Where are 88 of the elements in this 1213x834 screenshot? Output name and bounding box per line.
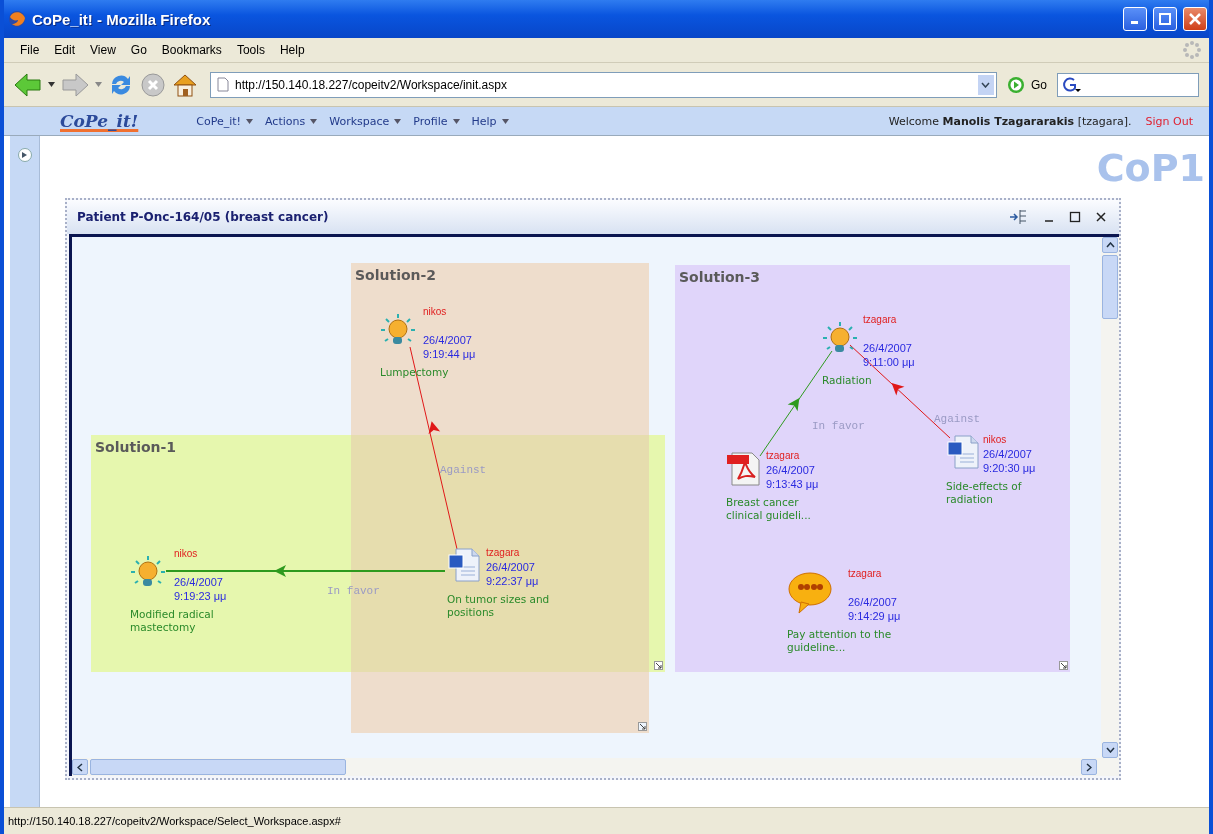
node-author: nikos xyxy=(983,433,1008,447)
caret-icon xyxy=(310,118,318,124)
menu-item[interactable]: File xyxy=(20,43,40,57)
dropdown-icon[interactable] xyxy=(981,81,991,88)
scrollbar-thumb[interactable] xyxy=(1102,255,1118,319)
scroll-left-button[interactable] xyxy=(72,759,88,775)
tree-icon[interactable] xyxy=(1009,208,1029,226)
stop-icon[interactable] xyxy=(140,71,166,98)
document-icon xyxy=(946,434,980,470)
app-menu[interactable]: CoPe_it! xyxy=(196,114,253,128)
scroll-right-button[interactable] xyxy=(1081,759,1097,775)
resize-handle-icon[interactable] xyxy=(638,722,647,731)
scroll-down-button[interactable] xyxy=(1102,742,1118,758)
node-author: tzagara xyxy=(863,313,898,327)
chevron-up-icon[interactable] xyxy=(1105,242,1115,248)
caret-icon xyxy=(501,118,509,124)
panel-title: Patient P-Onc-164/05 (breast cancer) xyxy=(77,210,330,224)
app-menu[interactable]: Profile xyxy=(413,114,460,128)
node-time: 9:14:29 μμ xyxy=(848,609,902,623)
maximize-icon[interactable] xyxy=(1069,211,1081,223)
workspace-name: CoP1 xyxy=(1096,146,1205,190)
node-date: 26/4/2007 xyxy=(423,333,473,347)
caret-icon[interactable] xyxy=(48,82,55,87)
go-button[interactable]: Go xyxy=(1003,75,1051,94)
node-date: 26/4/2007 xyxy=(983,447,1033,461)
menu-item[interactable]: Tools xyxy=(236,43,265,57)
app-logo[interactable]: CoPe_it! xyxy=(60,111,139,131)
menu-item[interactable]: Help xyxy=(279,43,305,57)
node-time: 9:20:30 μμ xyxy=(983,461,1037,475)
node-time: 9:19:23 μμ xyxy=(174,589,228,603)
node-date: 26/4/2007 xyxy=(848,595,898,609)
node-author: tzagara xyxy=(486,546,521,560)
document-icon xyxy=(447,547,481,583)
address-field[interactable]: http://150.140.18.227/copeitv2/Workspace/init.aspx xyxy=(210,71,997,98)
chevron-left-icon[interactable] xyxy=(77,762,83,772)
edge-label: In favor xyxy=(327,585,380,597)
menu-item[interactable]: Go xyxy=(130,43,147,57)
status-text: http://150.140.18.227/copeitv2/Workspace/Select_Workspace.aspx# xyxy=(8,815,341,827)
node-date: 26/4/2007 xyxy=(486,560,536,574)
search-field[interactable] xyxy=(1057,72,1199,97)
firefox-icon xyxy=(8,10,26,28)
app-menu[interactable]: Help xyxy=(471,114,509,128)
expand-button[interactable] xyxy=(17,148,32,162)
maximize-button[interactable] xyxy=(1153,7,1177,31)
chevron-right-icon[interactable] xyxy=(1086,762,1092,772)
scroll-up-button[interactable] xyxy=(1102,237,1118,253)
node-author: tzagara xyxy=(848,567,883,581)
back-arrow-icon[interactable] xyxy=(14,72,42,97)
node-author: nikos xyxy=(174,547,199,561)
region-title: Solution-1 xyxy=(95,439,177,455)
node-date: 26/4/2007 xyxy=(863,341,913,355)
caret-icon xyxy=(394,118,402,124)
speech-bubble-icon xyxy=(787,571,833,615)
welcome-text: Welcome Manolis Tzagararakis [tzagara]. xyxy=(888,114,1132,128)
node-time: 9:19:44 μμ xyxy=(423,347,477,361)
node-date: 26/4/2007 xyxy=(766,463,816,477)
window-title: CoPe_it! - Mozilla Firefox xyxy=(32,10,212,28)
region-title: Solution-3 xyxy=(679,269,761,285)
activity-throbber-icon xyxy=(1183,41,1201,59)
resize-handle-icon[interactable] xyxy=(1059,661,1068,670)
edge-label: Against xyxy=(934,413,981,425)
search-engine-icon[interactable] xyxy=(1062,76,1082,93)
menu-item[interactable]: View xyxy=(90,43,116,57)
scrollbar-thumb[interactable] xyxy=(90,759,346,775)
minimize-button[interactable] xyxy=(1123,7,1147,31)
close-icon[interactable] xyxy=(1095,211,1107,223)
caret-icon xyxy=(452,118,460,124)
menu-item[interactable]: Edit xyxy=(54,43,76,57)
page-icon xyxy=(217,77,229,92)
resize-handle-icon[interactable] xyxy=(654,661,663,670)
edge-label: Against xyxy=(440,464,487,476)
node-author: tzagara xyxy=(766,449,801,463)
node-label[interactable]: Modified radical mastectomy xyxy=(130,608,230,634)
app-menu[interactable]: Workspace xyxy=(329,114,402,128)
close-button[interactable] xyxy=(1183,7,1207,31)
region-title: Solution-2 xyxy=(355,267,437,283)
node-time: 9:13:43 μμ xyxy=(766,477,819,491)
app-menu[interactable]: Actions xyxy=(265,114,318,128)
edge-label: In favor xyxy=(812,420,865,432)
node-time: 9:22:37 μμ xyxy=(486,574,540,588)
chevron-down-icon[interactable] xyxy=(1105,747,1115,753)
node-date: 26/4/2007 xyxy=(174,575,224,589)
caret-icon xyxy=(246,118,253,124)
play-icon[interactable] xyxy=(1007,75,1025,94)
pdf-file-icon xyxy=(726,449,762,487)
menu-item[interactable]: Bookmarks xyxy=(161,43,222,57)
node-author: nikos xyxy=(423,305,448,319)
triangle-icon[interactable] xyxy=(22,152,27,158)
